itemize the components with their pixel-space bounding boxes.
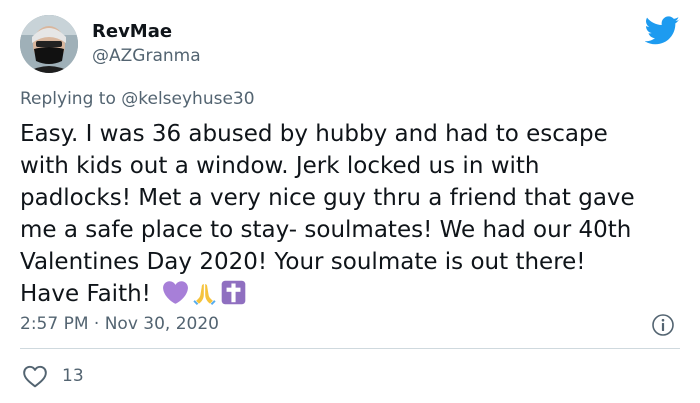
tweet-text-line: Valentines Day 2020! Your soulmate is ou…	[20, 249, 586, 275]
author-handle[interactable]: @AZGranma	[92, 45, 201, 67]
reply-mention-link[interactable]: @kelseyhuse30	[121, 89, 254, 109]
latin-cross-icon	[221, 280, 246, 305]
tweet-text-line: Easy. I was 36 abused by hubby and had t…	[20, 121, 608, 147]
tweet-text-last-line: Have Faith!	[20, 278, 685, 310]
heart-like-icon[interactable]	[22, 364, 48, 388]
tweet-text-line: padlocks! Met a very nice guy thru a fri…	[20, 185, 635, 211]
tweet-text-line: Have Faith!	[20, 281, 151, 307]
tweet-text-line: me a safe place to stay- soulmates! We h…	[20, 217, 632, 243]
tweet-timestamp[interactable]: 2:57 PM · Nov 30, 2020	[20, 312, 219, 336]
tweet-text-line: with kids out a window. Jerk locked us i…	[20, 153, 540, 179]
purple-heart-icon	[162, 281, 188, 304]
tweet-card: RevMae @AZGranma Replying to @kelseyhuse…	[0, 0, 700, 403]
info-icon[interactable]	[651, 313, 675, 337]
like-count: 13	[62, 366, 84, 386]
author-display-name[interactable]: RevMae	[92, 21, 172, 43]
replying-to-line: Replying to @kelseyhuse30	[20, 87, 255, 111]
tweet-text: Easy. I was 36 abused by hubby and had t…	[20, 118, 685, 310]
replying-to-prefix: Replying to	[20, 89, 122, 109]
avatar[interactable]	[20, 15, 78, 73]
twitter-bird-icon[interactable]	[645, 16, 680, 46]
folded-hands-icon	[193, 284, 216, 305]
divider	[20, 348, 680, 349]
